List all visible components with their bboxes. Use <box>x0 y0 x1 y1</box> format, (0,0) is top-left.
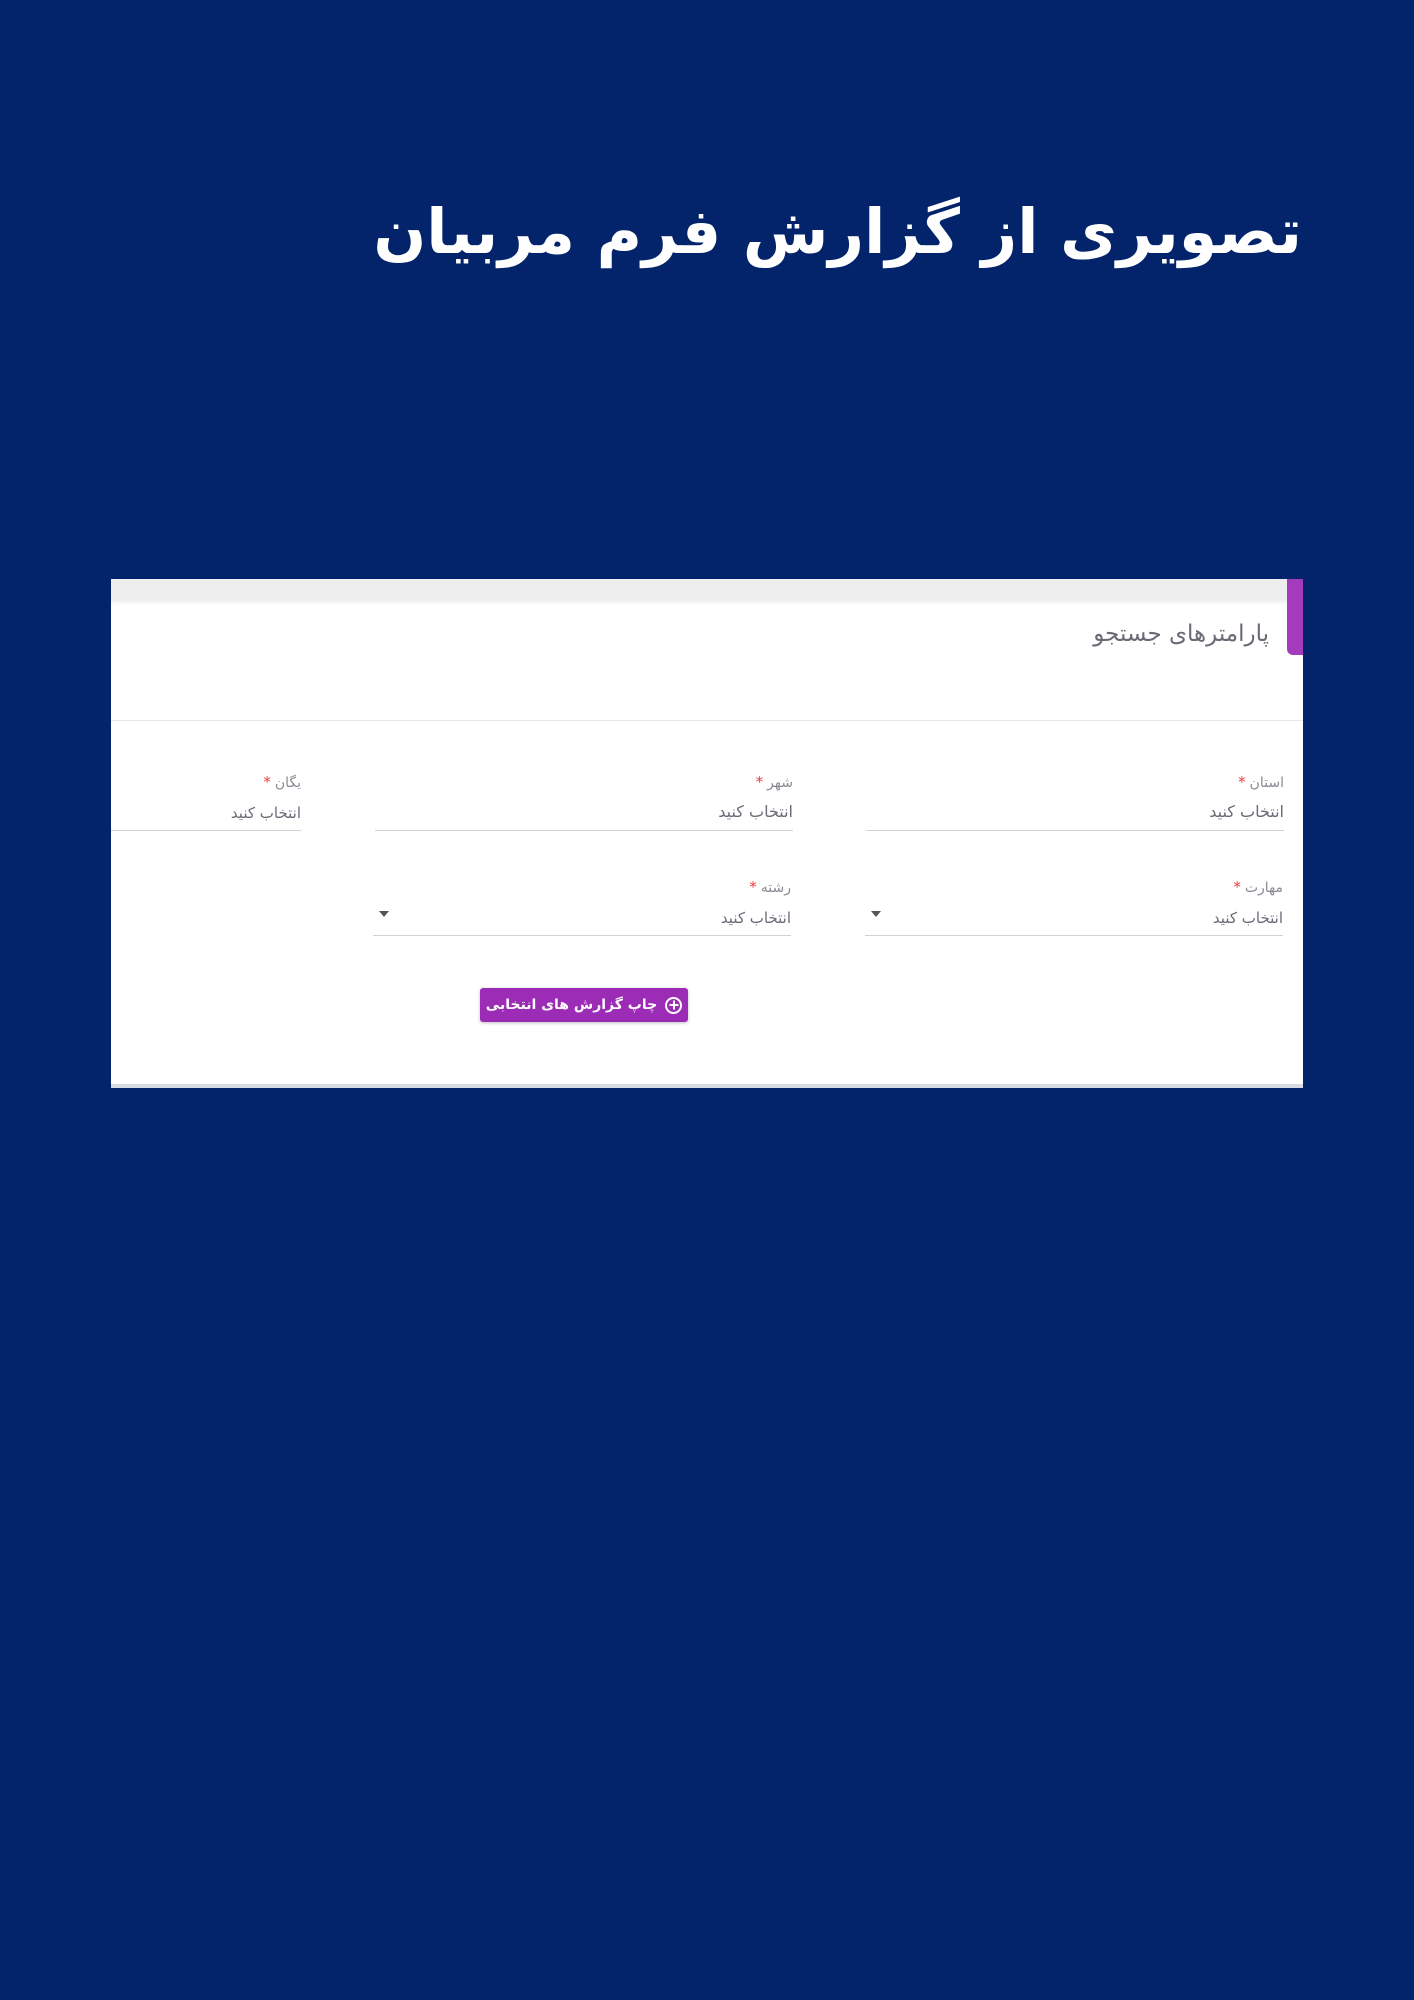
unit-value: انتخاب کنید <box>230 804 301 822</box>
required-mark: * <box>1233 878 1241 896</box>
unit-label: یگان* <box>263 773 301 791</box>
print-button-label: چاپ گزارش های انتخابی <box>485 997 658 1013</box>
field-of-study-value: انتخاب کنید <box>720 909 791 927</box>
province-select[interactable]: استان* انتخاب کنید <box>866 773 1284 831</box>
city-select[interactable]: شهر* انتخاب کنید <box>375 773 793 831</box>
page-title: تصویری از گزارش فرم مربیان <box>373 195 1303 268</box>
screenshot-panel: پارامترهای جستجو استان* انتخاب کنید شهر*… <box>111 579 1303 1088</box>
skill-value: انتخاب کنید <box>1212 909 1283 927</box>
plus-circle-icon <box>665 996 683 1014</box>
required-mark: * <box>749 878 757 896</box>
card-divider <box>111 720 1303 721</box>
city-label: شهر* <box>755 773 793 791</box>
required-mark: * <box>263 773 271 791</box>
province-value: انتخاب کنید <box>1209 802 1284 821</box>
print-selected-reports-button[interactable]: چاپ گزارش های انتخابی <box>480 988 688 1022</box>
required-mark: * <box>755 773 764 791</box>
field-of-study-select[interactable]: رشته* انتخاب کنید <box>373 878 791 936</box>
skill-select[interactable]: مهارت* انتخاب کنید <box>865 878 1283 936</box>
card-accent <box>1287 579 1303 655</box>
chevron-down-icon[interactable] <box>379 911 389 917</box>
unit-select[interactable]: یگان* انتخاب کنید <box>111 773 301 831</box>
required-mark: * <box>1238 773 1246 791</box>
card-title: پارامترهای جستجو <box>1093 621 1269 647</box>
top-strip <box>111 579 1303 601</box>
field-of-study-label: رشته* <box>749 878 791 896</box>
page: تصویری از گزارش فرم مربیان پارامترهای جس… <box>0 0 1414 2000</box>
city-value: انتخاب کنید <box>718 802 793 821</box>
chevron-down-icon[interactable] <box>871 911 881 917</box>
skill-label: مهارت* <box>1233 878 1283 896</box>
province-label: استان* <box>1238 773 1284 791</box>
